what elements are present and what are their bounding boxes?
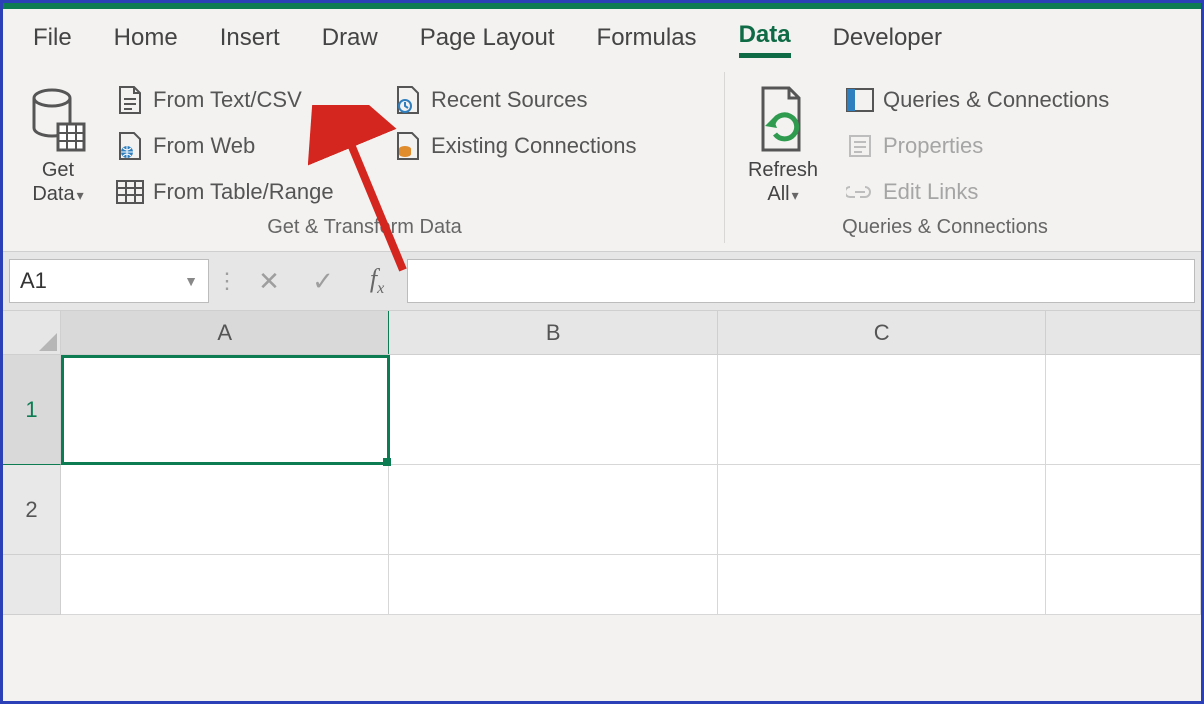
from-web-label: From Web	[153, 133, 255, 159]
ribbon: Get Data▾ From Text/CSV From Web	[3, 68, 1201, 247]
cancel-formula-button[interactable]: ✕	[245, 259, 293, 303]
column-header-c[interactable]: C	[718, 311, 1046, 354]
worksheet-grid: A B C 1 2	[3, 311, 1201, 615]
from-text-csv-button[interactable]: From Text/CSV	[111, 82, 381, 118]
name-box-value: A1	[20, 268, 47, 294]
connection-file-icon	[393, 131, 423, 161]
tab-formulas[interactable]: Formulas	[597, 24, 697, 56]
chevron-down-icon: ▼	[184, 273, 198, 289]
group-get-transform: Get Data▾ From Text/CSV From Web	[5, 72, 725, 243]
clock-file-icon	[393, 85, 423, 115]
tab-home[interactable]: Home	[114, 24, 178, 56]
globe-file-icon	[115, 131, 145, 161]
edit-links-label: Edit Links	[883, 179, 978, 205]
check-icon: ✓	[312, 266, 334, 297]
get-data-button[interactable]: Get Data▾	[13, 78, 103, 210]
tab-data[interactable]: Data	[739, 21, 791, 58]
column-header-b[interactable]: B	[389, 311, 717, 354]
queries-connections-button[interactable]: Queries & Connections	[841, 82, 1151, 118]
existing-connections-button[interactable]: Existing Connections	[389, 128, 689, 164]
column-headers: A B C	[3, 311, 1201, 355]
row-header-1[interactable]: 1	[3, 355, 61, 465]
refresh-all-button[interactable]: Refresh All▾	[733, 78, 833, 210]
from-table-range-label: From Table/Range	[153, 179, 334, 205]
from-text-csv-label: From Text/CSV	[153, 87, 302, 113]
refresh-icon	[755, 86, 811, 158]
column-header-a[interactable]: A	[61, 311, 389, 354]
cell-c3[interactable]	[718, 555, 1046, 615]
side-pane-icon	[845, 85, 875, 115]
existing-connections-label: Existing Connections	[431, 133, 636, 159]
row-1: 1	[3, 355, 1201, 465]
formula-input[interactable]	[407, 259, 1195, 303]
name-box[interactable]: A1 ▼	[9, 259, 209, 303]
close-icon: ✕	[258, 266, 280, 297]
properties-button: Properties	[841, 128, 1151, 164]
cell-c2[interactable]	[718, 465, 1046, 555]
refresh-all-label: Refresh All▾	[748, 158, 818, 206]
cell-d1[interactable]	[1046, 355, 1201, 465]
get-data-label: Get Data▾	[32, 158, 83, 206]
column-header-d[interactable]	[1046, 311, 1201, 354]
properties-icon	[845, 131, 875, 161]
from-web-button[interactable]: From Web	[111, 128, 381, 164]
tab-file[interactable]: File	[33, 24, 72, 56]
select-all-corner[interactable]	[3, 311, 61, 354]
database-icon	[30, 86, 86, 158]
row-header-2[interactable]: 2	[3, 465, 61, 555]
ribbon-tabs: File Home Insert Draw Page Layout Formul…	[3, 9, 1201, 68]
link-icon	[845, 177, 875, 207]
enter-formula-button[interactable]: ✓	[299, 259, 347, 303]
cell-a3[interactable]	[61, 555, 389, 615]
recent-sources-button[interactable]: Recent Sources	[389, 82, 689, 118]
formula-bar: A1 ▼ ⋮ ✕ ✓ fx	[3, 251, 1201, 311]
tab-page-layout[interactable]: Page Layout	[420, 24, 555, 56]
cell-b2[interactable]	[389, 465, 717, 555]
queries-connections-label: Queries & Connections	[883, 87, 1109, 113]
cell-b1[interactable]	[390, 355, 718, 465]
fx-icon: fx	[370, 264, 384, 298]
properties-label: Properties	[883, 133, 983, 159]
tab-insert[interactable]: Insert	[220, 24, 280, 56]
chevron-down-icon: ▾	[77, 187, 84, 203]
cell-a1[interactable]	[61, 355, 390, 465]
cell-c1[interactable]	[718, 355, 1046, 465]
recent-sources-label: Recent Sources	[431, 87, 588, 113]
cell-b3[interactable]	[389, 555, 717, 615]
group-label-queries-connections: Queries & Connections	[733, 210, 1157, 239]
name-box-separator: ⋮	[215, 259, 239, 303]
group-label-get-transform: Get & Transform Data	[13, 210, 716, 239]
text-file-icon	[115, 85, 145, 115]
chevron-down-icon: ▾	[792, 187, 799, 203]
from-table-range-button[interactable]: From Table/Range	[111, 174, 381, 210]
row-header-3[interactable]	[3, 555, 61, 615]
cell-d2[interactable]	[1046, 465, 1201, 555]
tab-draw[interactable]: Draw	[322, 24, 378, 56]
cell-d3[interactable]	[1046, 555, 1201, 615]
edit-links-button: Edit Links	[841, 174, 1151, 210]
row-2: 2	[3, 465, 1201, 555]
cell-a2[interactable]	[61, 465, 389, 555]
insert-function-button[interactable]: fx	[353, 259, 401, 303]
table-icon	[115, 177, 145, 207]
group-queries-connections: Refresh All▾ Queries & Connections Prope…	[725, 72, 1165, 243]
tab-developer[interactable]: Developer	[833, 24, 942, 56]
row-3	[3, 555, 1201, 615]
